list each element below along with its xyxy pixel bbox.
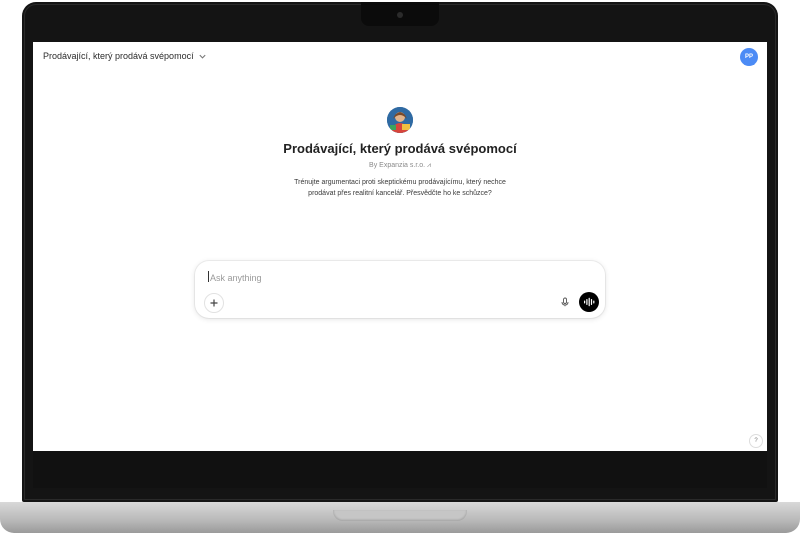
model-selector[interactable]: Prodávající, který prodává svépomocí: [43, 51, 207, 61]
help-label: ?: [754, 438, 758, 444]
plus-icon: [210, 299, 218, 307]
gpt-description: Trénujte argumentaci proti skeptickému p…: [294, 179, 506, 197]
webcam: [397, 12, 403, 18]
user-initials: PP: [744, 54, 753, 60]
help-button[interactable]: ?: [749, 434, 763, 448]
gpt-avatar: [387, 107, 413, 133]
model-title: Prodávající, který prodává svépomocí: [43, 51, 194, 61]
gpt-title: Prodávající, který prodává svépomocí: [283, 141, 517, 156]
message-composer: [195, 261, 605, 318]
attach-button[interactable]: [204, 293, 224, 313]
microphone-icon: [561, 297, 569, 307]
chevron-down-icon: [198, 54, 206, 59]
text-caret: [208, 271, 209, 282]
laptop-lid-notch: [333, 510, 467, 521]
top-bar: Prodávající, který prodává svépomocí PP …: [33, 42, 767, 72]
voice-mode-button[interactable]: [579, 292, 599, 312]
app-window: Prodávající, který prodává svépomocí PP …: [33, 42, 767, 451]
screen-bottom-bezel: [33, 451, 767, 488]
plan-badge: PLUS: [744, 61, 755, 66]
dictate-button[interactable]: [556, 293, 574, 311]
prompt-input[interactable]: [208, 270, 592, 286]
gpt-avatar-image: [387, 107, 413, 133]
gpt-author: By Expanzia s.r.o. ⩘: [369, 162, 431, 169]
voice-waveform-icon: [584, 297, 595, 307]
